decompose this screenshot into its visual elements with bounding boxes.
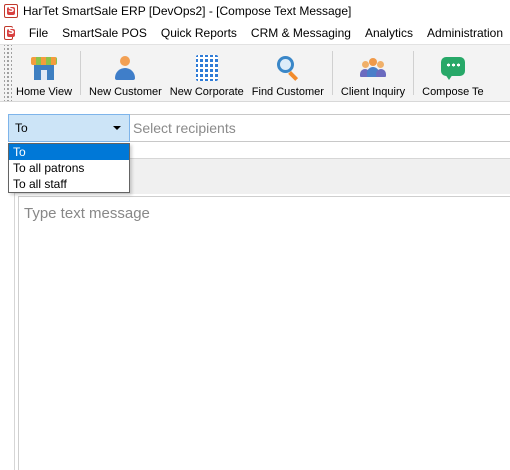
menu-analytics[interactable]: Analytics [358,22,420,44]
chat-icon [440,55,466,81]
recipients-row: To [0,110,510,144]
app-logo-icon [4,4,18,18]
store-icon [31,55,58,81]
compose-text-button[interactable]: Compose Te [418,45,488,101]
client-inquiry-button[interactable]: Client Inquiry [337,45,409,101]
client-inquiry-label: Client Inquiry [340,86,406,98]
option-to[interactable]: To [9,144,129,160]
person-icon [112,55,138,81]
menu-crm-messaging[interactable]: CRM & Messaging [244,22,358,44]
new-customer-label: New Customer [89,86,162,98]
recipient-type-value: To [15,121,28,135]
new-customer-button[interactable]: New Customer [85,45,166,101]
home-view-label: Home View [16,86,73,98]
recipient-type-dropdown[interactable]: To [8,114,130,142]
option-to-all-staff[interactable]: To all staff [9,176,129,192]
window-title: HarTet SmartSale ERP [DevOps2] - [Compos… [23,4,352,18]
menu-bar: File SmartSale POS Quick Reports CRM & M… [0,22,510,44]
compose-border [14,194,15,470]
toolbar: Home View New Customer New Corporate Fin… [0,44,510,102]
compose-text-label: Compose Te [422,86,484,98]
building-icon [195,55,218,81]
search-icon [275,55,301,81]
toolbar-grip[interactable] [4,45,12,101]
group-icon [360,55,387,81]
menu-smartsale-pos[interactable]: SmartSale POS [55,22,154,44]
chevron-down-icon[interactable] [113,126,121,130]
find-customer-label: Find Customer [251,86,324,98]
menu-quick-reports[interactable]: Quick Reports [154,22,244,44]
menu-file[interactable]: File [22,22,55,44]
toolbar-separator [331,51,333,95]
find-customer-button[interactable]: Find Customer [248,45,328,101]
toolbar-separator [80,51,82,95]
recipients-input[interactable] [130,114,510,142]
title-bar: HarTet SmartSale ERP [DevOps2] - [Compos… [0,0,510,22]
toolbar-separator [413,51,415,95]
app-menu-icon[interactable] [4,26,15,40]
new-corporate-button[interactable]: New Corporate [166,45,248,101]
message-input[interactable] [18,196,510,470]
recipient-type-list: To To all patrons To all staff [8,143,130,193]
menu-administration[interactable]: Administration [420,22,510,44]
home-view-button[interactable]: Home View [12,45,76,101]
option-to-all-patrons[interactable]: To all patrons [9,160,129,176]
new-corporate-label: New Corporate [169,86,244,98]
